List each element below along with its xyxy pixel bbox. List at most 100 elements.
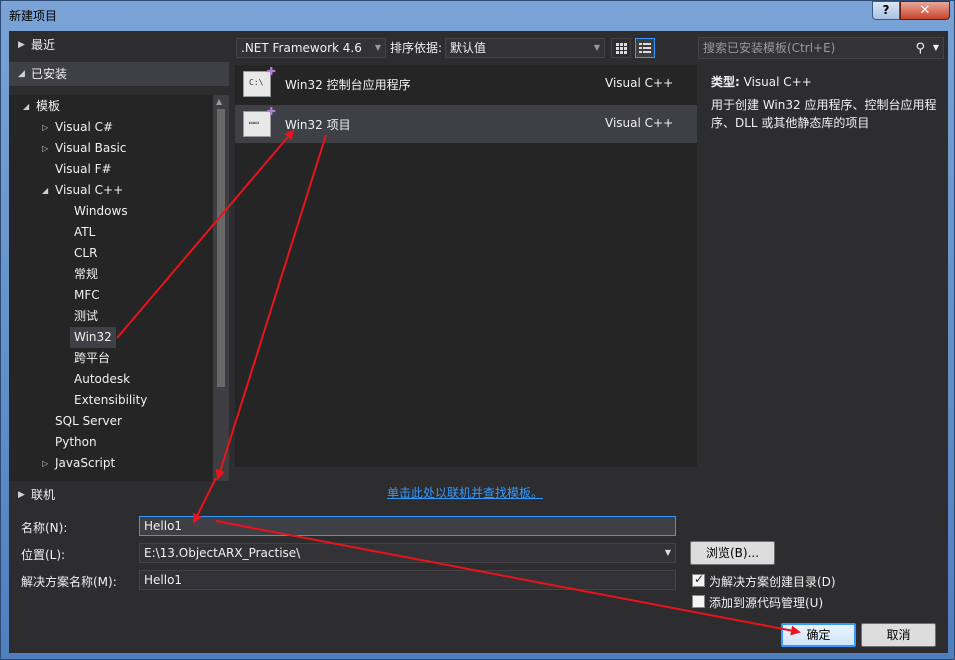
create-directory-checkbox[interactable]	[692, 572, 705, 587]
new-project-dialog: 新建项目 ? ✕ ▶ 最近 ◢ 已安装 ◢ 模板 ▷ Visual C# ▷ V…	[0, 0, 955, 660]
name-input[interactable]: Hello1	[139, 516, 676, 536]
close-button[interactable]: ✕	[900, 1, 950, 20]
tree-item-visual-cpp[interactable]: ◢ Visual C++	[42, 180, 123, 201]
tree-item-label: 模板	[36, 99, 61, 113]
win32-project-icon: ✚ ▭▭	[243, 105, 276, 137]
location-label: 位置(L):	[21, 548, 66, 562]
online-templates-link[interactable]: 单击此处以联机并查找模板。	[387, 484, 543, 501]
template-row-win32-console[interactable]: ✚ C:\ Win32 控制台应用程序 Visual C++	[235, 65, 697, 103]
tree-item-visual-csharp[interactable]: ▷ Visual C#	[42, 117, 114, 138]
tree-item-label: CLR	[74, 246, 98, 260]
tree-item-sql-server[interactable]: SQL Server	[55, 411, 122, 432]
framework-select[interactable]: .NET Framework 4.6 ▼	[236, 38, 386, 58]
collapse-arrow-icon[interactable]: ◢	[42, 180, 48, 201]
tree-item-general[interactable]: 常规	[74, 264, 98, 285]
tree-item-label: Visual C#	[55, 120, 114, 134]
tree-item-clr[interactable]: CLR	[74, 243, 97, 264]
scroll-up-icon[interactable]: ▲	[216, 97, 222, 106]
tree-item-label: 测试	[74, 309, 99, 323]
icon-glyph: C:\	[249, 78, 264, 87]
tree-item-test[interactable]: 测试	[74, 306, 98, 327]
template-language: Visual C++	[605, 116, 674, 130]
solution-name-label: 解决方案名称(M):	[21, 575, 117, 589]
tree-item-mfc[interactable]: MFC	[74, 285, 100, 306]
tree-item-label: Extensibility	[74, 393, 148, 407]
tree-item-label: JavaScript	[55, 456, 116, 470]
scrollbar-thumb[interactable]	[217, 109, 225, 387]
tree-item-visual-fsharp[interactable]: Visual F#	[55, 159, 112, 180]
tree-item-label: Win32	[74, 330, 112, 344]
tree-item-python[interactable]: Python	[55, 432, 97, 453]
tree-item-atl[interactable]: ATL	[74, 222, 95, 243]
help-button[interactable]: ?	[872, 1, 900, 20]
category-online[interactable]: ▶ 联机	[9, 483, 229, 507]
sort-label: 排序依据:	[390, 41, 443, 55]
tree-item-windows[interactable]: Windows	[74, 201, 128, 222]
sort-value: 默认值	[450, 41, 487, 55]
solution-name-value: Hello1	[144, 573, 183, 587]
chevron-down-icon: ▼	[374, 43, 381, 52]
tree-item-label: Python	[55, 435, 97, 449]
collapse-arrow-icon[interactable]: ◢	[18, 62, 25, 86]
name-label: 名称(N):	[21, 521, 68, 535]
category-label: 最近	[31, 38, 56, 52]
name-value: Hello1	[144, 519, 183, 533]
location-combo[interactable]: E:\13.ObjectARX_Practise\ ▼	[139, 543, 676, 563]
template-row-win32-project[interactable]: ✚ ▭▭ Win32 项目 Visual C++	[235, 105, 697, 143]
tree-item-javascript[interactable]: ▷ JavaScript	[42, 453, 116, 474]
collapse-arrow-icon[interactable]: ◢	[23, 96, 29, 117]
title-bar[interactable]: 新建项目 ? ✕	[1, 1, 955, 29]
tree-item-label: Windows	[74, 204, 128, 218]
solution-name-input[interactable]: Hello1	[139, 570, 676, 590]
tree-item-label: Autodesk	[74, 372, 131, 386]
category-label: 已安装	[31, 67, 68, 81]
list-view-icon	[639, 43, 651, 53]
template-name: Win32 控制台应用程序	[285, 78, 411, 92]
template-tree: ◢ 模板 ▷ Visual C# ▷ Visual Basic Visual F…	[9, 95, 229, 481]
chevron-down-icon: ▼	[593, 43, 600, 52]
tree-item-label: Visual F#	[55, 162, 112, 176]
scroll-down-icon[interactable]: ▼	[216, 469, 222, 478]
tree-item-label: 常规	[74, 267, 99, 281]
description-text: 用于创建 Win32 应用程序、控制台应用程序、DLL 或其他静态库的项目	[711, 98, 937, 130]
small-icons-view-button[interactable]	[611, 38, 631, 58]
tree-item-extensibility[interactable]: Extensibility	[74, 390, 147, 411]
cancel-button[interactable]: 取消	[861, 623, 936, 647]
template-name: Win32 项目	[285, 118, 351, 132]
tree-item-label: MFC	[74, 288, 100, 302]
expand-arrow-icon[interactable]: ▷	[42, 453, 48, 474]
category-recent[interactable]: ▶ 最近	[9, 33, 229, 57]
expand-arrow-icon[interactable]: ▷	[42, 117, 48, 138]
tree-item-cross-platform[interactable]: 跨平台	[74, 348, 110, 369]
tree-item-templates[interactable]: ◢ 模板	[23, 96, 61, 117]
cpp-plus-icon: ✚	[266, 105, 276, 118]
search-icon[interactable]: ⚲	[915, 39, 925, 59]
grid-view-icon	[616, 43, 627, 54]
expand-arrow-icon[interactable]: ▶	[18, 483, 25, 507]
category-panel: ▶ 最近 ◢ 已安装 ◢ 模板 ▷ Visual C# ▷ Visual Bas…	[9, 31, 229, 502]
ok-button[interactable]: 确定	[781, 623, 856, 647]
tree-item-autodesk[interactable]: Autodesk	[74, 369, 130, 390]
list-view-button[interactable]	[635, 38, 655, 58]
framework-value: .NET Framework 4.6	[241, 41, 362, 55]
console-app-icon: ✚ C:\	[243, 65, 276, 97]
tree-item-label: 跨平台	[74, 351, 111, 365]
tree-item-win32[interactable]: Win32	[70, 327, 116, 348]
expand-arrow-icon[interactable]: ▷	[42, 138, 48, 159]
browse-button[interactable]: 浏览(B)...	[690, 541, 775, 565]
category-installed[interactable]: ◢ 已安装	[9, 62, 229, 86]
sort-select[interactable]: 默认值 ▼	[445, 38, 605, 58]
cpp-plus-icon: ✚	[266, 65, 276, 78]
chevron-down-icon[interactable]: ▼	[665, 544, 671, 562]
template-search-box[interactable]: 搜索已安装模板(Ctrl+E) ⚲ ▼	[698, 37, 944, 59]
description-type: 类型: Visual C++	[711, 73, 812, 90]
source-control-checkbox[interactable]	[692, 595, 705, 608]
icon-glyph: ▭▭	[249, 118, 259, 127]
tree-item-visual-basic[interactable]: ▷ Visual Basic	[42, 138, 126, 159]
chevron-down-icon[interactable]: ▼	[933, 38, 939, 58]
expand-arrow-icon[interactable]: ▶	[18, 33, 25, 57]
location-value: E:\13.ObjectARX_Practise\	[144, 546, 301, 560]
create-directory-label: 为解决方案创建目录(D)	[709, 575, 836, 589]
tree-scrollbar[interactable]: ▲ ▼	[213, 95, 229, 481]
tree-item-label: SQL Server	[55, 414, 122, 428]
